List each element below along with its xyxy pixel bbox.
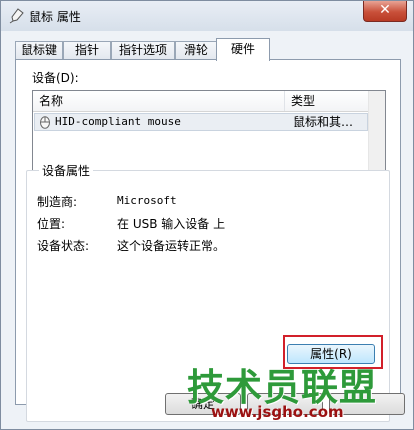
tab-pointer-options[interactable]: 指针选项 bbox=[111, 41, 175, 60]
manufacturer-label: 制造商: bbox=[37, 195, 78, 209]
device-type: 鼠标和其… bbox=[293, 115, 354, 129]
mouse-icon bbox=[9, 8, 24, 24]
device-name: HID-compliant mouse bbox=[55, 115, 181, 128]
list-scrollbar[interactable] bbox=[368, 91, 385, 181]
device-status-label: 设备状态: bbox=[37, 239, 90, 253]
manufacturer-value: Microsoft bbox=[117, 194, 177, 207]
window-title: 鼠标 属性 bbox=[29, 10, 81, 24]
properties-button[interactable]: 属性(R) bbox=[287, 344, 375, 364]
tab-hardware[interactable]: 硬件 bbox=[216, 38, 270, 61]
devices-label: 设备(D): bbox=[32, 71, 79, 85]
close-button[interactable]: ✕ bbox=[363, 1, 407, 22]
mouse-properties-dialog: 鼠标 属性 ✕ 鼠标键 指针 指针选项 滑轮 硬件 设备(D): 名称 类型 H… bbox=[0, 0, 414, 430]
list-header: 名称 类型 bbox=[33, 91, 385, 112]
tab-buttons[interactable]: 鼠标键 bbox=[15, 41, 63, 60]
tab-pointers[interactable]: 指针 bbox=[63, 41, 111, 60]
title-bar[interactable]: 鼠标 属性 ✕ bbox=[1, 1, 413, 31]
device-status-value: 这个设备运转正常。 bbox=[117, 239, 226, 253]
list-item[interactable]: HID-compliant mouse 鼠标和其… bbox=[34, 113, 368, 131]
cancel-button[interactable] bbox=[247, 393, 323, 415]
column-header-type[interactable]: 类型 bbox=[285, 91, 371, 111]
location-label: 位置: bbox=[37, 217, 66, 231]
device-properties-group: 设备属性 制造商: Microsoft 位置: 在 USB 输入设备 上 设备状… bbox=[26, 162, 390, 422]
tab-wheel[interactable]: 滑轮 bbox=[175, 41, 217, 60]
apply-button[interactable] bbox=[329, 393, 405, 415]
ok-button[interactable]: 确定 bbox=[165, 393, 241, 415]
device-properties-title: 设备属性 bbox=[39, 162, 94, 179]
location-value: 在 USB 输入设备 上 bbox=[117, 217, 226, 231]
mouse-icon bbox=[40, 116, 50, 129]
column-header-name[interactable]: 名称 bbox=[33, 91, 285, 111]
